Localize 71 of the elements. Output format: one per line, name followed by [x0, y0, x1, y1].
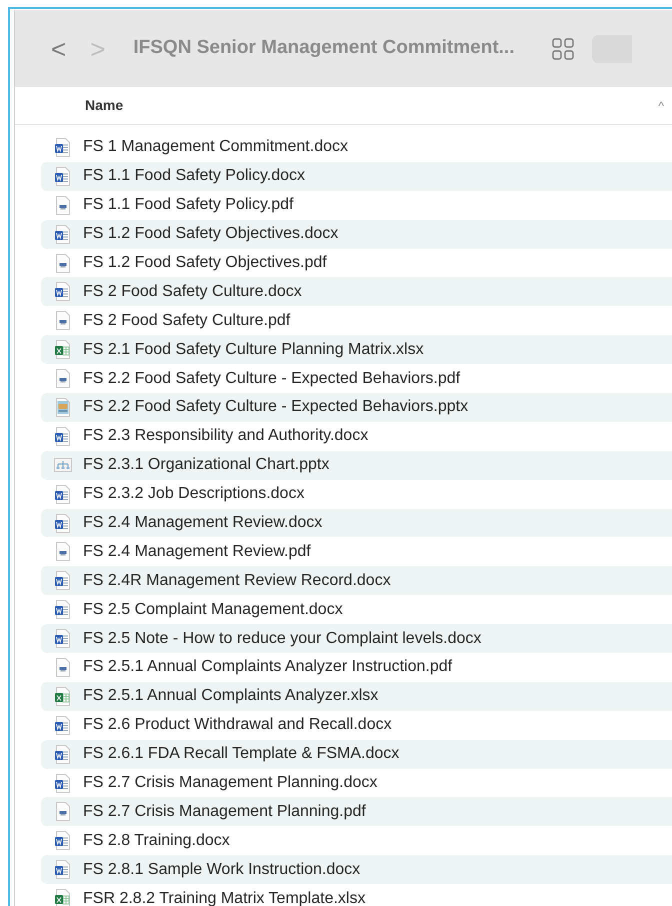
file-name: FS 2 Food Safety Culture.docx: [83, 282, 302, 302]
word-document-icon: [55, 484, 71, 504]
spreadsheet-icon: [55, 686, 71, 706]
word-document-icon: [55, 774, 71, 793]
file-row[interactable]: FS 2.5 Note - How to reduce your Complaint levels.docx: [41, 624, 672, 654]
file-row[interactable]: FS 2.2 Food Safety Culture - Expected Behaviors.pptx: [41, 393, 672, 422]
sort-indicator[interactable]: ^: [658, 96, 664, 114]
file-name: FS 1 Management Commitment.docx: [83, 137, 348, 158]
file-row[interactable]: FS 2.4R Management Review Record.docx: [41, 566, 672, 596]
file-row[interactable]: FS 2 Food Safety Culture.docx: [41, 277, 672, 306]
file-name: FS 2.2 Food Safety Culture - Expected Behaviors.pdf: [83, 368, 460, 389]
file-name: FS 2.5 Complaint Management.docx: [83, 600, 343, 620]
file-name: FS 2.2 Food Safety Culture - Expected Behaviors.pptx: [83, 397, 468, 418]
file-row[interactable]: FS 2.8.1 Sample Work Instruction.docx: [41, 855, 672, 884]
word-document-icon: [55, 571, 71, 590]
file-name: FS 2.8.1 Sample Work Instruction.docx: [83, 860, 360, 880]
file-row[interactable]: FS 2.6.1 FDA Recall Template & FSMA.docx: [41, 740, 672, 769]
name-column-header[interactable]: Name: [85, 95, 124, 116]
pdf-document-icon: [55, 369, 71, 388]
pdf-document-icon: [55, 311, 71, 330]
word-document-icon: [55, 166, 71, 186]
file-name: FS 2.6.1 FDA Recall Template & FSMA.docx: [83, 744, 400, 764]
file-name: FS 2.7 Crisis Management Planning.pdf: [83, 802, 366, 822]
pdf-document-icon: [55, 196, 71, 215]
file-row[interactable]: FS 1.1 Food Safety Policy.docx: [41, 162, 672, 191]
word-document-icon: [55, 629, 71, 648]
file-name: FS 1.2 Food Safety Objectives.pdf: [83, 253, 327, 273]
file-name: FS 2.4 Management Review.docx: [83, 513, 322, 534]
word-document-icon: [55, 426, 71, 446]
file-name: FS 1.1 Food Safety Policy.pdf: [83, 195, 294, 216]
pdf-document-icon: [55, 542, 71, 562]
word-document-icon: [55, 514, 71, 533]
file-name: FS 2 Food Safety Culture.pdf: [83, 310, 290, 331]
spreadsheet-icon: [55, 340, 71, 360]
file-name: FS 2.7 Crisis Management Planning.docx: [83, 773, 378, 794]
file-name: FS 2.8 Training.docx: [83, 830, 230, 851]
file-row[interactable]: FS 2.3.1 Organizational Chart.pptx: [41, 450, 672, 480]
file-name: FS 2.5 Note - How to reduce your Complaint levels.docx: [83, 628, 482, 649]
word-document-icon: [55, 716, 71, 735]
word-document-icon: [55, 744, 71, 764]
file-name: FS 2.5.1 Annual Complaints Analyzer.xlsx: [83, 686, 378, 706]
file-name: FS 2.4R Management Review Record.docx: [83, 570, 391, 591]
word-document-icon: [55, 600, 71, 620]
org-chart-icon: [54, 458, 72, 472]
file-name: FS 2.3.1 Organizational Chart.pptx: [83, 455, 330, 476]
file-row[interactable]: FS 2.5.1 Annual Complaints Analyzer.xlsx: [41, 682, 672, 711]
pdf-document-icon: [55, 802, 71, 822]
file-name: FS 1.2 Food Safety Objectives.docx: [83, 224, 338, 244]
file-name: FS 2.3 Responsibility and Authority.docx: [83, 426, 368, 446]
file-row[interactable]: FS 2.1 Food Safety Culture Planning Matrix.xlsx: [41, 335, 672, 364]
file-name: FS 2.6 Product Withdrawal and Recall.docx: [83, 715, 392, 736]
window-title: IFSQN Senior Management Commitment...: [133, 36, 514, 60]
file-name: FSR 2.8.2 Training Matrix Template.xlsx: [83, 888, 366, 906]
pdf-document-icon: [55, 254, 71, 272]
presentation-icon: [55, 398, 71, 417]
word-document-icon: [55, 282, 71, 302]
file-name: FS 2.4 Management Review.pdf: [83, 542, 311, 562]
file-row[interactable]: FS 2.7 Crisis Management Planning.pdf: [41, 797, 672, 826]
spreadsheet-icon: [55, 889, 71, 906]
file-name: FS 2.3.2 Job Descriptions.docx: [83, 484, 304, 504]
file-name: FS 2.5.1 Annual Complaints Analyzer Instruction.pdf: [83, 657, 452, 678]
file-row[interactable]: FS 2.4 Management Review.docx: [41, 508, 672, 538]
pdf-document-icon: [55, 658, 71, 677]
file-name: FS 2.1 Food Safety Culture Planning Matrix.xlsx: [83, 340, 424, 360]
word-document-icon: [55, 860, 71, 880]
grid-view-icon[interactable]: [552, 38, 574, 60]
word-document-icon: [55, 138, 71, 157]
file-name: FS 1.1 Food Safety Policy.docx: [83, 166, 306, 186]
word-document-icon: [55, 224, 71, 244]
file-row[interactable]: FS 1.2 Food Safety Objectives.docx: [41, 220, 672, 249]
word-document-icon: [55, 831, 71, 850]
